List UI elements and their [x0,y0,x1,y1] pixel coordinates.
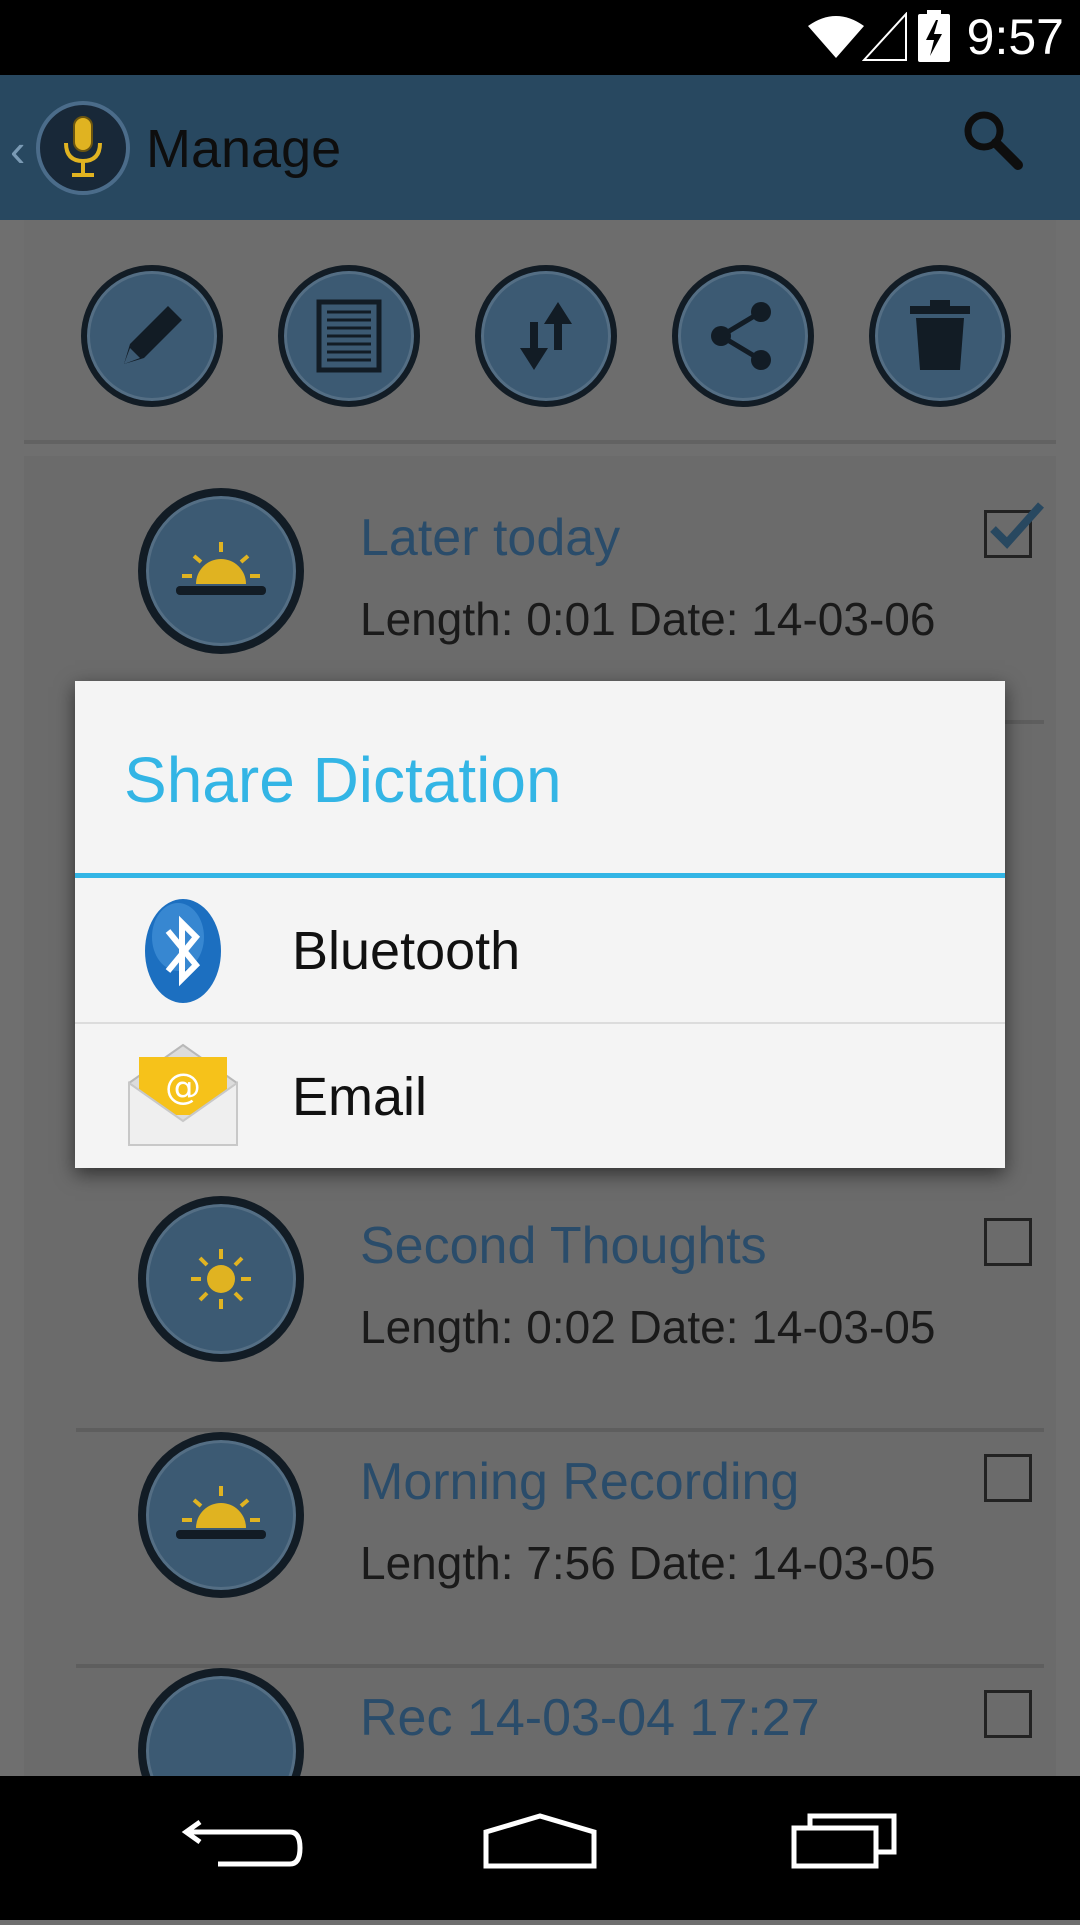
checkmark-icon [990,502,1044,549]
action-bar: ‹ Manage [0,75,1080,220]
recording-checkbox[interactable] [984,1454,1032,1502]
recording-title: Later today [360,509,621,567]
back-button[interactable] [140,1776,340,1920]
list-item[interactable]: Second Thoughts Length: 0:02 Date: 14-03… [54,1196,1054,1432]
home-button[interactable] [440,1776,640,1920]
sort-arrows-icon [520,302,572,370]
action-toolbar [24,220,1056,444]
recording-meta: Length: 0:01 Date: 14-03-06 [360,593,936,645]
recording-title: Morning Recording [360,1453,800,1511]
dialog-title: Share Dictation [124,744,562,816]
app-logo-microphone-icon[interactable] [36,101,130,195]
battery-icon [918,10,950,62]
document-icon [316,299,382,373]
recents-button[interactable] [740,1776,940,1920]
delete-button[interactable] [869,265,1011,407]
sun-icon [138,1196,304,1362]
share-dialog: Share Dictation Bluetooth @ Email [75,681,1005,1168]
navigation-bar [0,1776,1080,1920]
page-title: Manage [146,119,342,179]
email-icon: @ [128,1043,238,1146]
up-caret-icon[interactable]: ‹ [10,123,25,177]
recording-title: Second Thoughts [360,1217,767,1275]
share-option-bluetooth[interactable]: Bluetooth [75,878,1005,1023]
share-option-label: Bluetooth [292,921,521,981]
trash-icon [910,300,970,370]
details-button[interactable] [278,265,420,407]
back-arrow-icon [181,1819,303,1867]
recording-meta: Length: 0:02 Date: 14-03-05 [360,1301,936,1353]
status-bar: 9:57 [0,0,1080,75]
recents-icon [791,1813,897,1869]
recording-checkbox[interactable] [984,502,1044,558]
search-icon [964,111,1023,170]
share-button[interactable] [672,265,814,407]
sunrise-icon [138,1432,304,1598]
list-item[interactable]: Morning Recording Length: 7:56 Date: 14-… [54,1432,1054,1668]
sunrise-icon [138,1668,304,1776]
cell-signal-icon [862,12,907,61]
bluetooth-icon [145,899,221,1003]
share-option-label: Email [292,1067,428,1127]
recording-checkbox[interactable] [984,1218,1032,1266]
sort-button[interactable] [475,265,617,407]
recording-meta: Length: 7:56 Date: 14-03-05 [360,1537,936,1589]
svg-text:@: @ [165,1067,201,1108]
wifi-icon [808,16,864,58]
home-icon [483,1813,597,1869]
search-button[interactable] [958,105,1028,175]
recording-title: Rec 14-03-04 17:27 [360,1689,820,1747]
sunrise-icon [138,488,304,654]
pencil-icon [124,306,182,364]
list-item[interactable]: Rec 14-03-04 17:27 [54,1668,1054,1776]
recording-checkbox[interactable] [984,1690,1032,1738]
share-option-email[interactable]: @ Email [75,1024,1005,1169]
share-icon [711,302,771,370]
status-time: 9:57 [966,9,1064,65]
edit-button[interactable] [81,265,223,407]
